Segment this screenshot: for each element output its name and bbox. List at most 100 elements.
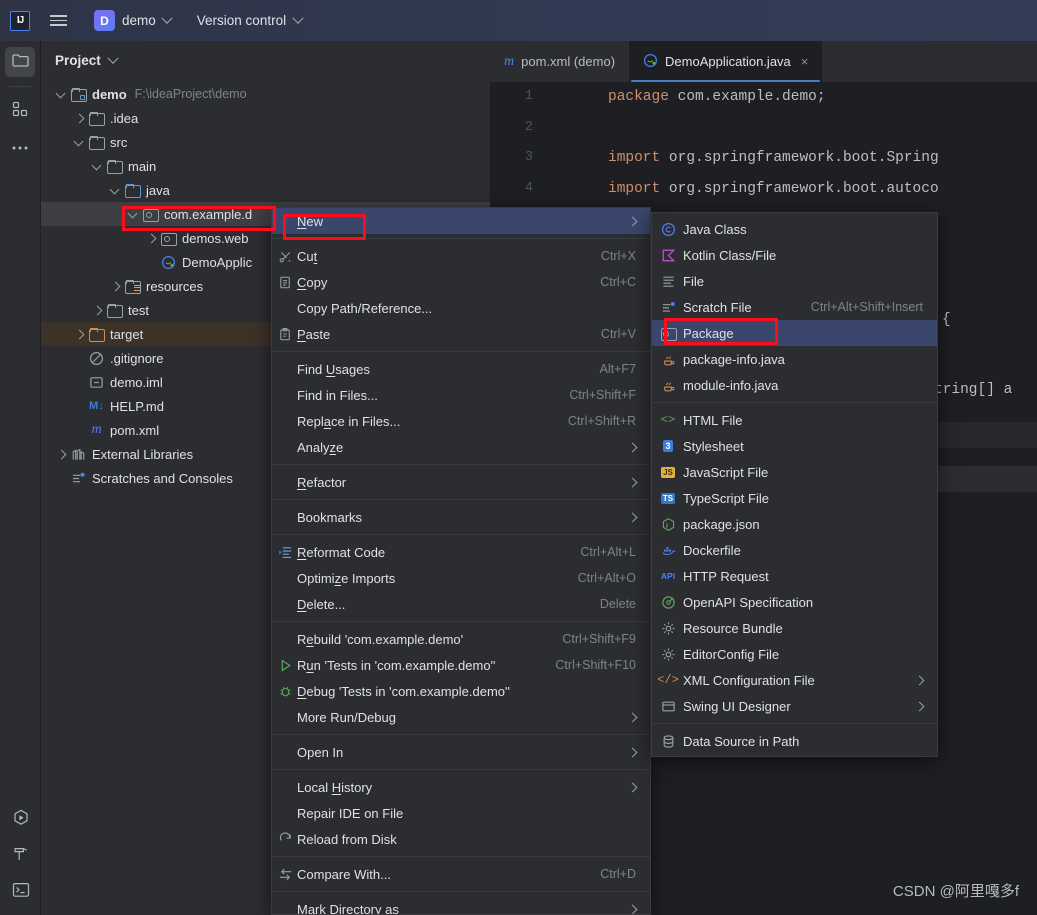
no-icon: [276, 591, 294, 617]
menu-item[interactable]: Mark Directory as: [272, 896, 650, 914]
chevron-down-icon: [292, 12, 304, 24]
scissors-icon: [276, 243, 294, 269]
terminal-icon: [12, 882, 30, 903]
menu-item[interactable]: Swing UI Designer: [652, 693, 937, 719]
editor-tab[interactable]: m pom.xml (demo): [490, 41, 629, 82]
sidebar-item-structure[interactable]: [5, 96, 35, 126]
tree-toggle-icon[interactable]: [91, 160, 104, 173]
menu-item-label: OpenAPI Specification: [683, 594, 814, 610]
code-line: import org.springframework.boot.Spring: [608, 150, 939, 166]
menu-item[interactable]: Copy Ctrl+C: [272, 269, 650, 295]
tree-node[interactable]: src: [41, 130, 490, 154]
tree-toggle-icon[interactable]: [145, 232, 158, 245]
menu-item-label: Debug 'Tests in 'com.example.demo'': [297, 683, 510, 699]
menu-item[interactable]: Bookmarks: [272, 504, 650, 530]
menu-item[interactable]: 3 Stylesheet: [652, 433, 937, 459]
tree-node[interactable]: demo F:\ideaProject\demo: [41, 82, 490, 106]
sidebar-item-run[interactable]: [6, 805, 36, 835]
menu-item[interactable]: Dockerfile: [652, 537, 937, 563]
menu-item[interactable]: Scratch File Ctrl+Alt+Shift+Insert: [652, 294, 937, 320]
tree-node[interactable]: java: [41, 178, 490, 202]
tree-toggle-icon[interactable]: [91, 304, 104, 317]
tree-toggle-icon[interactable]: [127, 208, 140, 221]
menu-item[interactable]: Package: [652, 320, 937, 346]
menu-item[interactable]: More Run/Debug: [272, 704, 650, 730]
project-panel-header[interactable]: Project: [41, 41, 490, 80]
menu-item-label: Optimize Imports: [297, 570, 396, 586]
menu-item[interactable]: Local History: [272, 774, 650, 800]
menu-item[interactable]: Kotlin Class/File: [652, 242, 937, 268]
excluded-folder-icon: [88, 328, 105, 342]
menu-item[interactable]: Delete... Delete: [272, 591, 650, 617]
menu-item[interactable]: Open In: [272, 739, 650, 765]
menu-separator: [272, 621, 650, 622]
menu-item[interactable]: </> XML Configuration File: [652, 667, 937, 693]
menu-separator: [272, 769, 650, 770]
tree-node-label: demos.web: [182, 230, 249, 246]
menu-item[interactable]: New: [272, 208, 650, 234]
tree-node-path: F:\ideaProject\demo: [134, 87, 247, 101]
tree-toggle-icon[interactable]: [73, 328, 86, 341]
version-control-widget[interactable]: Version control: [197, 12, 304, 28]
menu-item[interactable]: Compare With... Ctrl+D: [272, 861, 650, 887]
menu-item[interactable]: <> HTML File: [652, 407, 937, 433]
menu-item[interactable]: Reload from Disk: [272, 826, 650, 852]
menu-item[interactable]: package.json: [652, 511, 937, 537]
menu-item-label: Resource Bundle: [683, 620, 783, 636]
sidebar-item-build[interactable]: [6, 841, 36, 871]
hamburger-icon[interactable]: [50, 10, 72, 32]
menu-item[interactable]: Rebuild 'com.example.demo' Ctrl+Shift+F9: [272, 626, 650, 652]
tree-node[interactable]: main: [41, 154, 490, 178]
menu-item-label: Local History: [297, 779, 373, 795]
menu-item[interactable]: package-info.java: [652, 346, 937, 372]
source-folder-icon: [124, 184, 141, 198]
menu-item[interactable]: Optimize Imports Ctrl+Alt+O: [272, 565, 650, 591]
sidebar-item-project[interactable]: [5, 47, 35, 77]
menu-item[interactable]: module-info.java: [652, 372, 937, 398]
compare-icon: [276, 861, 294, 887]
menu-item-shortcut: Ctrl+Alt+L: [580, 545, 636, 559]
menu-item-label: Rebuild 'com.example.demo': [297, 631, 464, 647]
folder-icon: [106, 160, 123, 174]
menu-item[interactable]: JS JavaScript File: [652, 459, 937, 485]
tree-toggle-icon[interactable]: [55, 88, 68, 101]
menu-item[interactable]: Replace in Files... Ctrl+Shift+R: [272, 408, 650, 434]
close-icon[interactable]: ×: [801, 54, 809, 69]
menu-item[interactable]: Copy Path/Reference...: [272, 295, 650, 321]
tree-toggle-icon[interactable]: [109, 184, 122, 197]
menu-item[interactable]: Analyze: [272, 434, 650, 460]
menu-item[interactable]: Repair IDE on File: [272, 800, 650, 826]
menu-item[interactable]: File: [652, 268, 937, 294]
menu-item[interactable]: Java Class: [652, 216, 937, 242]
project-widget[interactable]: D demo: [94, 10, 173, 31]
menu-item[interactable]: Data Source in Path: [652, 728, 937, 754]
tree-node[interactable]: .idea: [41, 106, 490, 130]
tree-toggle-icon[interactable]: [109, 280, 122, 293]
menu-item[interactable]: Run 'Tests in 'com.example.demo'' Ctrl+Sh…: [272, 652, 650, 678]
editor-tab[interactable]: DemoApplication.java ×: [629, 41, 823, 82]
menu-item-label: Run 'Tests in 'com.example.demo'': [297, 657, 496, 673]
no-icon: [276, 434, 294, 460]
sidebar-item-terminal[interactable]: [6, 877, 36, 907]
tree-toggle-icon[interactable]: [73, 112, 86, 125]
menu-item[interactable]: Resource Bundle: [652, 615, 937, 641]
tree-toggle-icon[interactable]: [55, 448, 68, 461]
java-class-icon: [659, 216, 677, 242]
menu-item[interactable]: EditorConfig File: [652, 641, 937, 667]
menu-item[interactable]: Find in Files... Ctrl+Shift+F: [272, 382, 650, 408]
menu-item-label: Package: [683, 325, 734, 341]
menu-item[interactable]: OpenAPI Specification: [652, 589, 937, 615]
sidebar-item-more[interactable]: [5, 132, 35, 162]
no-icon: [276, 704, 294, 730]
menu-item[interactable]: Refactor: [272, 469, 650, 495]
menu-item[interactable]: Reformat Code Ctrl+Alt+L: [272, 539, 650, 565]
tree-toggle-icon[interactable]: [73, 136, 86, 149]
menu-item[interactable]: Find Usages Alt+F7: [272, 356, 650, 382]
api-icon: API: [660, 571, 676, 581]
menu-item[interactable]: API HTTP Request: [652, 563, 937, 589]
menu-item[interactable]: Paste Ctrl+V: [272, 321, 650, 347]
menu-item[interactable]: Debug 'Tests in 'com.example.demo'': [272, 678, 650, 704]
menu-item[interactable]: Cut Ctrl+X: [272, 243, 650, 269]
menu-item[interactable]: TS TypeScript File: [652, 485, 937, 511]
menu-item-label: Data Source in Path: [683, 733, 800, 749]
